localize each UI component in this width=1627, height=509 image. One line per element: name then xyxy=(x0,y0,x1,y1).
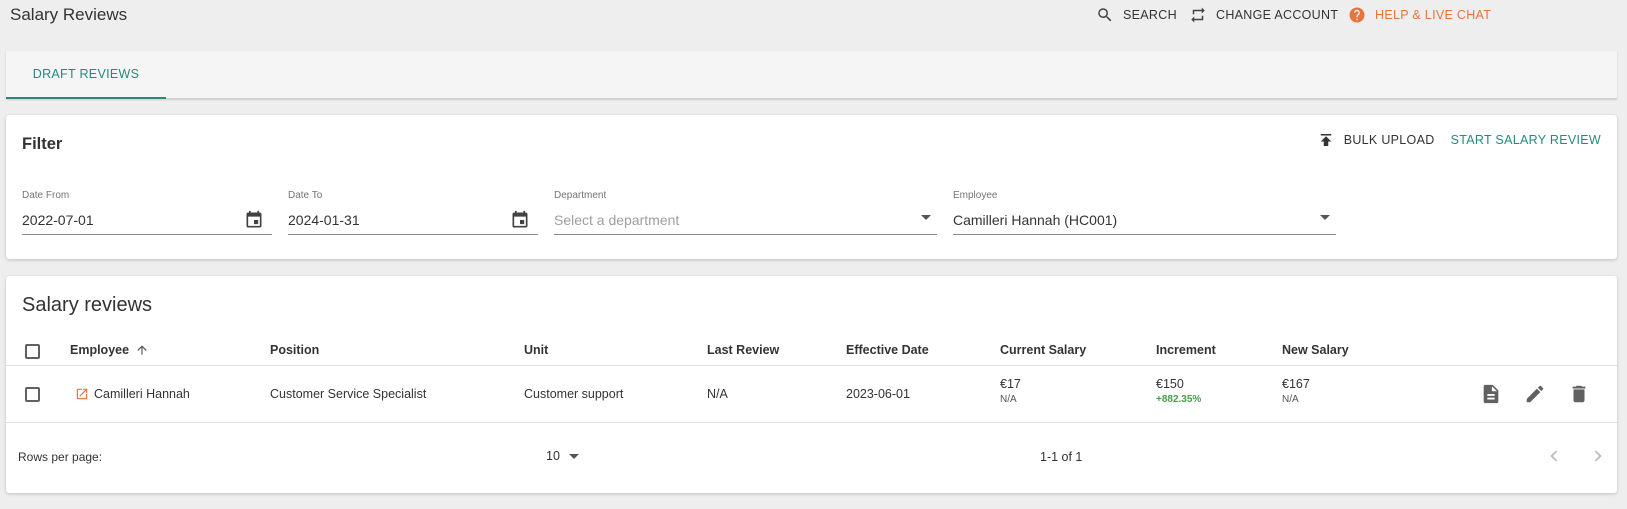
view-document-button[interactable] xyxy=(1480,383,1502,405)
tabs-bar: DRAFT REVIEWS xyxy=(6,51,1617,99)
change-account-button[interactable]: CHANGE ACCOUNT xyxy=(1189,6,1338,24)
arrow-up-icon xyxy=(137,345,147,355)
department-label: Department xyxy=(554,190,607,201)
effective-date-cell: 2023-06-01 xyxy=(846,387,910,401)
table-row[interactable]: Camilleri Hannah Customer Service Specia… xyxy=(6,366,1617,423)
employee-label: Employee xyxy=(953,190,998,201)
increment-value: €150 xyxy=(1156,377,1184,391)
last-review-cell: N/A xyxy=(707,387,728,401)
start-salary-review-button[interactable]: START SALARY REVIEW xyxy=(1451,133,1601,147)
new-salary-value: €167 xyxy=(1282,377,1310,391)
new-salary-note: N/A xyxy=(1282,394,1299,405)
employee-value: Camilleri Hannah (HC001) xyxy=(953,212,1118,228)
chevron-right-icon xyxy=(1594,450,1602,462)
table-footer: Rows per page: 10 1-1 of 1 xyxy=(6,423,1617,489)
search-button-label: SEARCH xyxy=(1123,8,1177,22)
upload-icon xyxy=(1320,134,1331,146)
current-salary-cell: €17 N/A xyxy=(1000,377,1021,405)
search-icon xyxy=(1098,8,1112,22)
increment-percent: +882.35% xyxy=(1156,394,1202,405)
filter-actions: BULK UPLOAD START SALARY REVIEW xyxy=(1317,131,1601,149)
help-circle-icon xyxy=(1349,7,1365,23)
select-all-checkbox[interactable] xyxy=(25,344,40,359)
pencil-icon xyxy=(1526,385,1544,403)
chevron-down-icon xyxy=(1320,215,1330,220)
unit-cell: Customer support xyxy=(524,387,624,401)
chevron-down-icon xyxy=(568,453,579,459)
position-cell: Customer Service Specialist xyxy=(270,387,427,401)
employee-name: Camilleri Hannah xyxy=(94,387,190,401)
column-current-salary[interactable]: Current Salary xyxy=(1000,343,1086,357)
page-title: Salary Reviews xyxy=(10,5,128,24)
filter-title: Filter xyxy=(22,135,63,153)
employee-link[interactable]: Camilleri Hannah xyxy=(75,387,190,401)
column-employee[interactable]: Employee xyxy=(70,343,149,357)
department-placeholder: Select a department xyxy=(554,212,680,228)
employee-cell: Camilleri Hannah xyxy=(75,387,190,401)
department-field: Department Select a department xyxy=(554,190,937,235)
column-effective-date[interactable]: Effective Date xyxy=(846,343,929,357)
filter-panel: Filter BULK UPLOAD START SALARY REVIEW D… xyxy=(6,115,1617,259)
current-salary-value: €17 xyxy=(1000,377,1021,391)
date-from-field: Date From 2022-07-01 xyxy=(22,190,272,235)
chevron-down-icon xyxy=(921,215,931,220)
rows-per-page-value: 10 xyxy=(546,449,560,463)
column-unit[interactable]: Unit xyxy=(524,343,548,357)
trash-icon xyxy=(1572,385,1586,403)
column-position[interactable]: Position xyxy=(270,343,319,357)
table-header: Employee Position Unit Last Review Effec… xyxy=(6,336,1617,366)
row-checkbox[interactable] xyxy=(25,387,40,402)
rows-per-page-label: Rows per page: xyxy=(18,450,103,464)
open-in-new-icon xyxy=(76,388,88,400)
date-from-value: 2022-07-01 xyxy=(22,212,94,228)
delete-button[interactable] xyxy=(1568,383,1590,405)
help-live-chat-button[interactable]: HELP & LIVE CHAT xyxy=(1348,6,1491,24)
date-from-label: Date From xyxy=(22,190,70,201)
salary-reviews-table: Salary reviews Employee Position Unit La… xyxy=(6,276,1617,493)
tab-draft-reviews[interactable]: DRAFT REVIEWS xyxy=(6,51,166,99)
swap-icon xyxy=(1191,7,1205,23)
calendar-icon[interactable] xyxy=(244,210,264,230)
pagination-range: 1-1 of 1 xyxy=(1040,450,1083,464)
column-employee-label: Employee xyxy=(70,343,130,357)
chevron-left-icon xyxy=(1550,450,1558,462)
top-bar: Salary Reviews SEARCH CHANGE ACCOUNT HEL… xyxy=(0,0,1627,30)
column-new-salary[interactable]: New Salary xyxy=(1282,343,1349,357)
column-last-review[interactable]: Last Review xyxy=(707,343,779,357)
increment-cell: €150 +882.35% xyxy=(1156,377,1201,405)
department-select[interactable]: Select a department xyxy=(554,209,937,235)
date-from-input[interactable]: 2022-07-01 xyxy=(22,209,272,235)
date-to-field: Date To 2024-01-31 xyxy=(288,190,538,235)
employee-field: Employee Camilleri Hannah (HC001) xyxy=(953,190,1336,235)
column-increment[interactable]: Increment xyxy=(1156,343,1216,357)
bulk-upload-label: BULK UPLOAD xyxy=(1343,133,1435,147)
date-to-value: 2024-01-31 xyxy=(288,212,360,228)
date-to-label: Date To xyxy=(288,190,323,201)
rows-per-page-select[interactable]: 10 xyxy=(546,449,579,463)
previous-page-button[interactable] xyxy=(1543,445,1565,467)
current-salary-note: N/A xyxy=(1000,394,1017,405)
bulk-upload-button[interactable]: BULK UPLOAD xyxy=(1317,131,1435,149)
document-icon xyxy=(1483,384,1499,404)
date-to-input[interactable]: 2024-01-31 xyxy=(288,209,538,235)
change-account-label: CHANGE ACCOUNT xyxy=(1216,8,1339,22)
edit-button[interactable] xyxy=(1524,383,1546,405)
next-page-button[interactable] xyxy=(1587,445,1609,467)
help-live-chat-label: HELP & LIVE CHAT xyxy=(1375,8,1492,22)
search-button[interactable]: SEARCH xyxy=(1096,6,1177,24)
new-salary-cell: €167 N/A xyxy=(1282,377,1310,405)
calendar-icon[interactable] xyxy=(510,210,530,230)
table-title: Salary reviews xyxy=(22,294,153,316)
employee-select[interactable]: Camilleri Hannah (HC001) xyxy=(953,209,1336,235)
